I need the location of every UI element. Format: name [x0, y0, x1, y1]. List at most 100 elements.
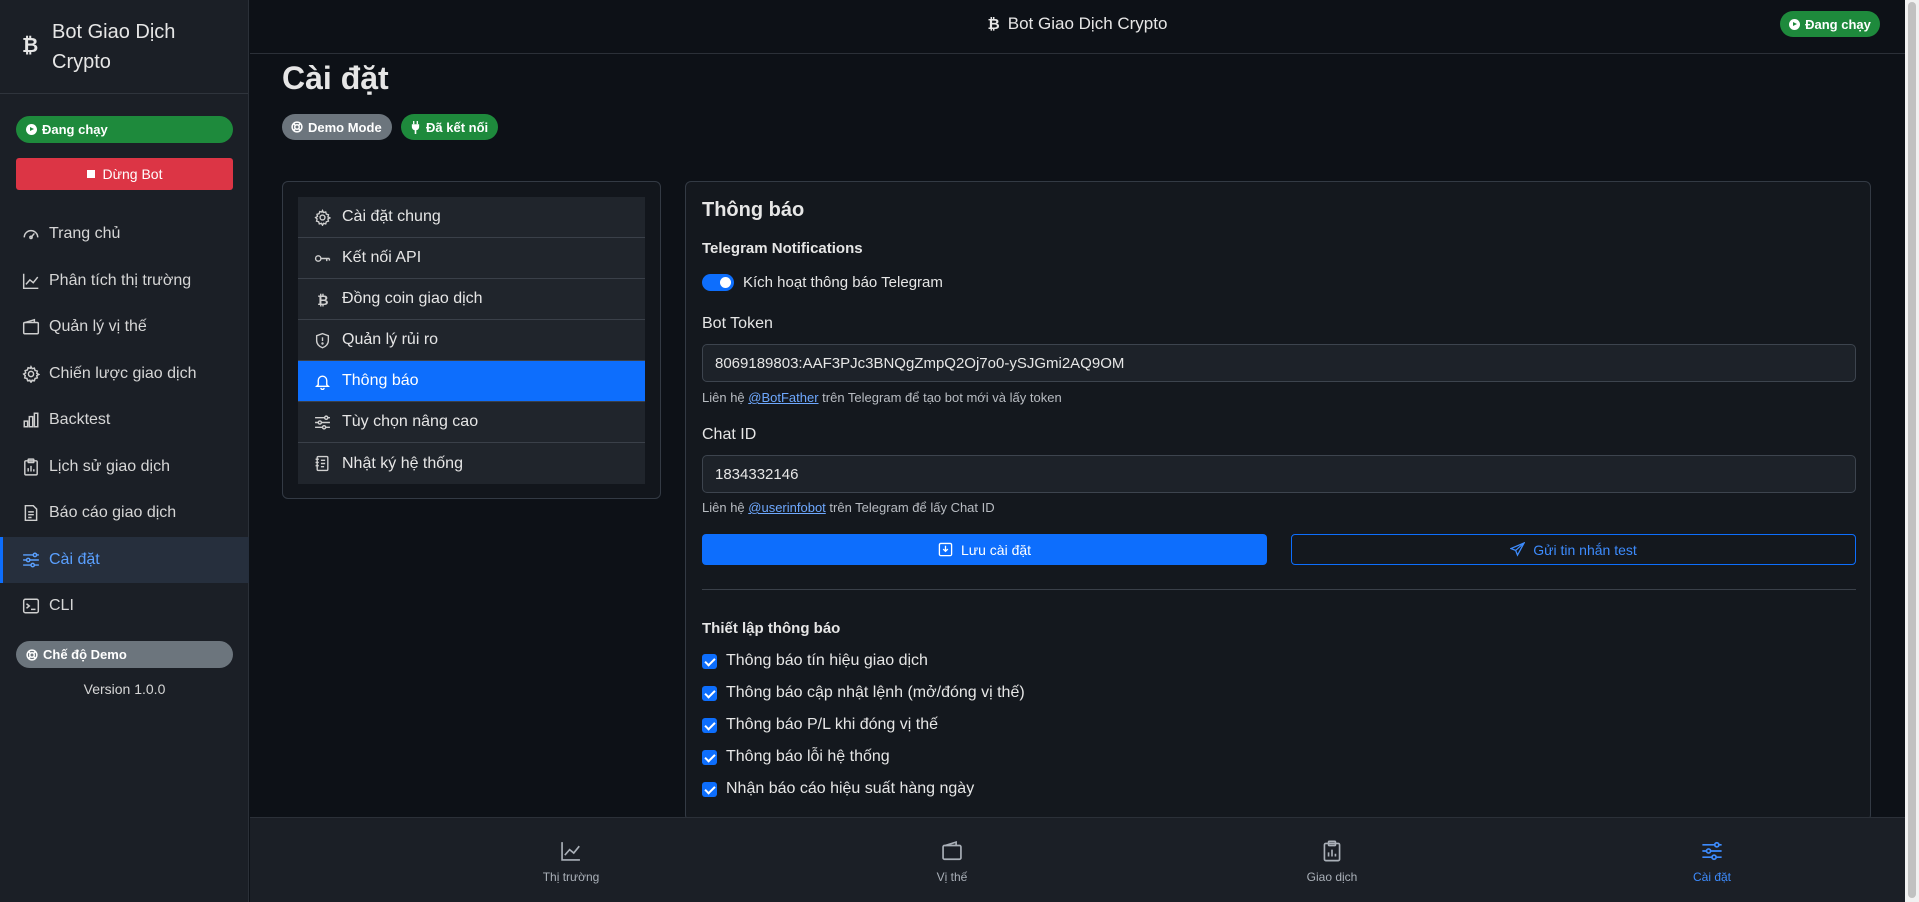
brand[interactable]: ₿ Bot Giao Dịch Crypto: [0, 0, 248, 94]
bottom-nav: Thị trường Vị thế Giao dịch Cài đặt: [250, 817, 1905, 902]
bot-token-field[interactable]: 8069189803:AAF3PJc3BNQgZmpQ2Oj7o0-ySJGmi…: [702, 344, 1856, 382]
save-settings-label: Lưu cài đặt: [960, 541, 1032, 558]
play-circle-icon: [1789, 18, 1801, 30]
checkbox[interactable]: [702, 717, 717, 733]
life-ring-icon: [291, 121, 303, 133]
settings-menu-label: Cài đặt chung: [342, 208, 441, 225]
sidebar-item-label: Phân tích thị trường: [49, 271, 192, 289]
chat-id-label: Chat ID: [702, 426, 757, 443]
option-label: Thông báo lỗi hệ thống: [726, 748, 890, 765]
page-title: Cài đặt: [282, 60, 389, 96]
sidebar-item-label: Quản lý vị thế: [49, 318, 147, 336]
bottom-nav-settings[interactable]: Cài đặt: [1652, 840, 1772, 884]
top-bar-title: ₿ Bot Giao Dịch Crypto: [250, 0, 1905, 48]
chat-id-help: Liên hệ @userinfobot trên Telegram để lấ…: [702, 500, 995, 515]
settings-menu-api[interactable]: Kết nối API: [298, 238, 645, 279]
version-text: Version 1.0.0: [83, 681, 166, 697]
settings-menu-advanced[interactable]: Tùy chọn nâng cao: [298, 402, 645, 443]
sidebar-item-cli[interactable]: CLI: [0, 583, 249, 630]
bottom-nav-market[interactable]: Thị trường: [511, 840, 631, 884]
sidebar-item-strategy[interactable]: Chiến lược giao dịch: [0, 351, 249, 398]
save-settings-button[interactable]: Lưu cài đặt: [702, 534, 1267, 565]
app-title: Bot Giao Dịch Crypto: [52, 20, 176, 73]
sidebar-item-trade-history[interactable]: Lịch sử giao dịch: [0, 444, 249, 491]
sidebar-item-home[interactable]: Trang chủ: [0, 211, 249, 258]
option-label: Thông báo P/L khi đóng vị thế: [726, 716, 938, 733]
checkbox[interactable]: [702, 653, 717, 669]
plug-icon: [411, 120, 420, 134]
bottom-nav-trades[interactable]: Giao dịch: [1272, 840, 1392, 884]
option-label: Thông báo cập nhật lệnh (mở/đóng vị thế): [726, 684, 1025, 701]
section-divider: [702, 589, 1856, 590]
option-order-updates[interactable]: Thông báo cập nhật lệnh (mở/đóng vị thế): [702, 684, 1025, 702]
status-badge-running: Đang chạy: [16, 116, 233, 143]
notifications-heading: Thông báo: [702, 199, 805, 221]
stop-bot-label: Dừng Bot: [102, 166, 163, 182]
sidebar-item-label: Cài đặt: [49, 550, 100, 568]
settings-menu-general[interactable]: Cài đặt chung: [298, 197, 645, 238]
send-test-label: Gửi tin nhắn test: [1533, 541, 1637, 558]
option-label: Nhận báo cáo hiệu suất hàng ngày: [726, 780, 975, 797]
option-system-errors[interactable]: Thông báo lỗi hệ thống: [702, 748, 890, 766]
settings-menu-risk[interactable]: Quản lý rủi ro: [298, 320, 645, 361]
settings-menu-notifications[interactable]: Thông báo: [298, 361, 645, 402]
scrollbar-thumb[interactable]: [1908, 2, 1916, 898]
sidebar-item-market-analysis[interactable]: Phân tích thị trường: [0, 258, 249, 305]
life-ring-icon: [26, 648, 38, 661]
connected-badge-label: Đã kết nối: [426, 119, 489, 135]
botfather-link[interactable]: @BotFather: [748, 390, 818, 405]
top-bar: ₿ Bot Giao Dịch Crypto Đang chạy: [250, 0, 1905, 54]
help-text: trên Telegram để tạo bot mới và lấy toke…: [818, 390, 1062, 405]
speedometer-icon: [23, 230, 39, 240]
sidebar-item-backtest[interactable]: Backtest: [0, 397, 249, 444]
settings-menu-label: Quản lý rủi ro: [342, 331, 439, 348]
settings-menu-coins[interactable]: ₿ Đồng coin giao dịch: [298, 279, 645, 320]
demo-mode-label: Chế độ Demo: [43, 647, 127, 662]
gear-icon: [22, 364, 40, 383]
checkbox[interactable]: [702, 749, 717, 765]
bottom-nav-label: Vị thế: [936, 870, 968, 884]
bar-chart-icon: [23, 412, 39, 428]
terminal-icon: [22, 598, 40, 614]
bitcoin-icon: ₿: [987, 15, 1000, 33]
userinfobot-link[interactable]: @userinfobot: [748, 500, 826, 515]
journal-icon: [315, 455, 329, 472]
sidebar-item-settings[interactable]: Cài đặt: [0, 536, 249, 583]
option-pl-on-close[interactable]: Thông báo P/L khi đóng vị thế: [702, 716, 938, 734]
clipboard-data-icon: [24, 458, 38, 476]
bot-token-help: Liên hệ @BotFather trên Telegram để tạo …: [702, 390, 1062, 405]
sidebar-item-label: Lịch sử giao dịch: [49, 457, 170, 475]
checkbox[interactable]: [702, 685, 717, 701]
demo-mode-badge-label: Demo Mode: [308, 119, 382, 135]
settings-menu-logs[interactable]: Nhật ký hệ thống: [298, 443, 645, 484]
page-scrollbar[interactable]: [1905, 0, 1919, 902]
telegram-enable-toggle[interactable]: [702, 274, 734, 291]
option-daily-report[interactable]: Nhận báo cáo hiệu suất hàng ngày: [702, 780, 974, 798]
top-status-label: Đang chạy: [1805, 16, 1871, 32]
settings-menu-card: Cài đặt chung Kết nối API ₿ Đồng coin gi…: [282, 181, 661, 499]
checkbox[interactable]: [702, 781, 717, 797]
bitcoin-logo-icon: ₿: [22, 35, 39, 57]
gear-icon: [314, 208, 331, 226]
chart-line-icon: [561, 842, 580, 861]
top-bar-title-text: Bot Giao Dịch Crypto: [1007, 14, 1168, 33]
save-icon: [938, 542, 953, 557]
settings-menu-label: Tùy chọn nâng cao: [342, 413, 479, 430]
settings-menu: Cài đặt chung Kết nối API ₿ Đồng coin gi…: [298, 197, 645, 484]
demo-mode-badge-header: Demo Mode: [282, 114, 392, 140]
wallet-icon: [22, 318, 40, 335]
help-text: Liên hệ: [702, 500, 749, 515]
stop-bot-button[interactable]: Dừng Bot: [16, 158, 233, 190]
sidebar: ₿ Bot Giao Dịch Crypto Đang chạy Dừng Bo…: [0, 0, 249, 902]
help-text: trên Telegram để lấy Chat ID: [825, 500, 995, 515]
chat-id-field[interactable]: 1834332146: [702, 455, 1856, 493]
option-trade-signals[interactable]: Thông báo tín hiệu giao dịch: [702, 652, 928, 670]
send-test-button[interactable]: Gửi tin nhắn test: [1291, 534, 1856, 565]
sidebar-item-trade-report[interactable]: Báo cáo giao dịch: [0, 490, 249, 537]
sliders-icon: [1702, 841, 1722, 861]
bottom-nav-label: Thị trường: [542, 870, 600, 884]
sliders-icon: [315, 414, 330, 430]
sidebar-item-positions[interactable]: Quản lý vị thế: [0, 304, 249, 351]
bottom-nav-positions[interactable]: Vị thế: [892, 840, 1012, 884]
telegram-enable-label: Kích hoạt thông báo Telegram: [743, 274, 943, 291]
